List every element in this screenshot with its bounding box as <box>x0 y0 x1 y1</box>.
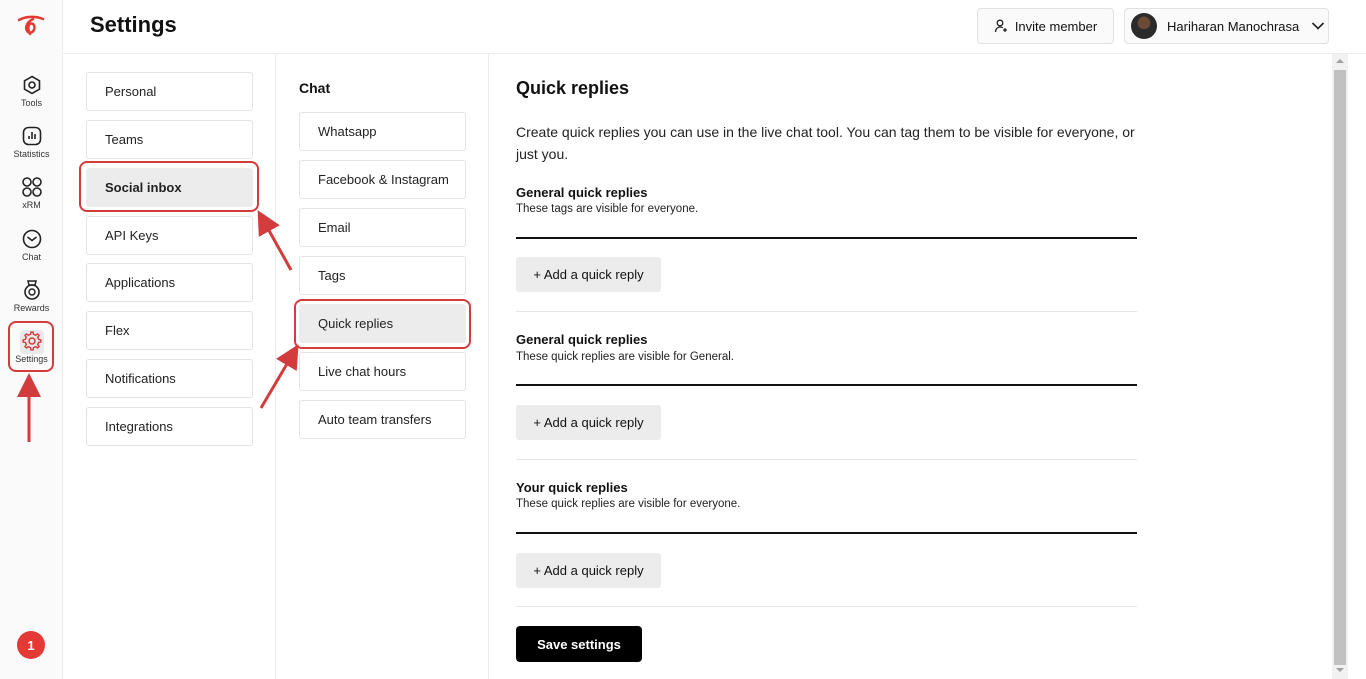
scroll-down-arrow-icon[interactable] <box>1334 665 1346 675</box>
rail-label: xRM <box>22 200 41 210</box>
menu-item-applications[interactable]: Applications <box>86 263 253 302</box>
rail-item-statistics[interactable]: Statistics <box>0 125 63 159</box>
quick-reply-group-title: General quick replies <box>516 332 648 347</box>
rail-item-chat[interactable]: Chat <box>0 228 63 262</box>
rail-item-rewards[interactable]: Rewards <box>0 279 63 313</box>
add-quick-reply-button[interactable]: + Add a quick reply <box>516 553 661 588</box>
submenu-item-email[interactable]: Email <box>299 208 466 247</box>
hexagon-icon <box>20 74 44 98</box>
divider <box>516 311 1137 312</box>
invite-label: Invite member <box>1014 18 1098 34</box>
submenu-title: Chat <box>299 80 331 96</box>
menu-item-personal[interactable]: Personal <box>86 72 253 111</box>
group-rule <box>516 237 1137 239</box>
submenu-item-facebook-instagram[interactable]: Facebook & Instagram <box>299 160 466 199</box>
menu-item-notifications[interactable]: Notifications <box>86 359 253 398</box>
top-header: Settings Invite member Hariharan Manochr… <box>63 0 1366 54</box>
rail-label: Rewards <box>13 303 50 313</box>
add-quick-reply-button[interactable]: + Add a quick reply <box>516 405 661 440</box>
rail-label: Tools <box>20 98 42 108</box>
rail-label: Statistics <box>13 149 50 159</box>
scroll-up-arrow-icon[interactable] <box>1334 56 1346 66</box>
section-heading: Quick replies <box>516 78 630 98</box>
avatar <box>1131 13 1157 39</box>
bar-chart-icon <box>20 125 44 149</box>
rail-item-tools[interactable]: Tools <box>0 74 63 108</box>
page-title: Settings <box>90 12 177 37</box>
chat-icon <box>20 228 44 252</box>
app-logo[interactable] <box>16 14 46 38</box>
settings-highlight-box <box>8 321 54 372</box>
rail-item-xrm[interactable]: xRM <box>0 176 63 210</box>
left-rail: Tools Statistics xRM Chat Rewards Settin… <box>0 0 63 679</box>
add-user-icon <box>994 19 1007 33</box>
chevron-down-icon <box>1312 22 1325 30</box>
add-quick-reply-button[interactable]: + Add a quick reply <box>516 257 661 292</box>
submenu-item-tags[interactable]: Tags <box>299 256 466 295</box>
save-settings-button[interactable]: Save settings <box>516 626 642 662</box>
quick-reply-group-title: General quick replies <box>516 185 648 200</box>
grid-icon <box>20 176 44 200</box>
settings-menu: Personal Teams Social inbox API Keys App… <box>63 54 276 679</box>
group-rule <box>516 384 1137 386</box>
divider <box>516 459 1137 460</box>
medal-icon <box>20 279 44 303</box>
menu-item-flex[interactable]: Flex <box>86 311 253 350</box>
submenu-item-whatsapp[interactable]: Whatsapp <box>299 112 466 151</box>
quick-replies-highlight-box <box>294 299 471 349</box>
invite-member-button[interactable]: Invite member <box>977 8 1114 44</box>
submenu-item-auto-team-transfers[interactable]: Auto team transfers <box>299 400 466 439</box>
rail-label: Chat <box>21 252 41 262</box>
user-menu-button[interactable]: Hariharan Manochrasa <box>1124 8 1329 44</box>
scrollbar-thumb[interactable] <box>1334 70 1346 665</box>
quick-reply-group-description: These tags are visible for everyone. <box>516 203 699 215</box>
quick-reply-group-title: Your quick replies <box>516 480 628 495</box>
menu-item-teams[interactable]: Teams <box>86 120 253 159</box>
social-inbox-highlight-box <box>79 161 259 212</box>
main-panel: Quick replies Create quick replies you c… <box>489 54 1332 679</box>
intro-text: Create quick replies you can use in the … <box>516 124 1135 162</box>
submenu-item-live-chat-hours[interactable]: Live chat hours <box>299 352 466 391</box>
menu-item-integrations[interactable]: Integrations <box>86 407 253 446</box>
menu-item-api-keys[interactable]: API Keys <box>86 216 253 255</box>
group-rule <box>516 532 1137 534</box>
divider <box>516 606 1137 607</box>
chat-submenu: Chat Whatsapp Facebook & Instagram Email… <box>276 54 489 679</box>
quick-reply-group-description: These quick replies are visible for Gene… <box>516 351 734 363</box>
user-name: Hariharan Manochrasa <box>1167 18 1300 34</box>
notification-badge[interactable]: 1 <box>17 631 45 659</box>
quick-reply-group-description: These quick replies are visible for ever… <box>516 498 741 510</box>
